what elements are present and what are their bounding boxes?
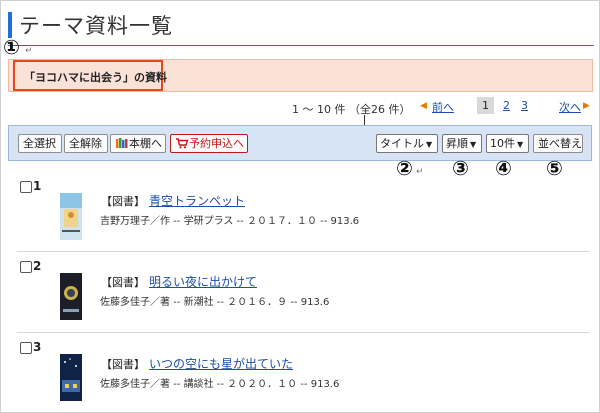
result-title-link[interactable]: 青空トランペット bbox=[149, 192, 245, 209]
cart-icon bbox=[176, 138, 189, 149]
return-mark: ↵ bbox=[25, 46, 33, 56]
sort-order-select[interactable]: 昇順 ▼ bbox=[442, 134, 482, 153]
next-arrow-icon: ▶ bbox=[583, 101, 590, 111]
next-page-link[interactable]: 次へ bbox=[559, 99, 581, 115]
result-number: 2 bbox=[33, 259, 42, 273]
annotation-3: ③ bbox=[452, 156, 469, 180]
sort-button[interactable]: 並べ替え bbox=[533, 134, 583, 153]
prev-page-link[interactable]: 前へ bbox=[432, 99, 454, 115]
result-title-link[interactable]: いつの空にも星が出ていた bbox=[149, 355, 293, 372]
result-title-link[interactable]: 明るい夜に出かけて bbox=[149, 273, 257, 290]
result-type: 【図書】 bbox=[101, 358, 145, 371]
page-title: テーマ資料一覧 bbox=[19, 14, 173, 38]
theme-label: 「ヨコハマに出会う」の資料 bbox=[24, 71, 167, 84]
result-checkbox[interactable] bbox=[20, 181, 32, 193]
per-page-value: 10件 bbox=[490, 137, 515, 150]
result-type: 【図書】 bbox=[101, 195, 145, 208]
result-divider bbox=[17, 251, 590, 252]
title-divider bbox=[8, 45, 594, 46]
bookshelf-icon bbox=[116, 138, 128, 148]
result-checkbox[interactable] bbox=[20, 342, 32, 354]
result-divider bbox=[17, 332, 590, 333]
sort-order-value: 昇順 bbox=[446, 137, 468, 150]
annotation-1: ① bbox=[3, 35, 20, 59]
annotation-2: ② bbox=[396, 156, 413, 180]
result-info: 吉野万理子／作 -- 学研プラス -- ２０１７．１０ -- 913.6 bbox=[100, 216, 360, 227]
annotation-pointer-line bbox=[364, 115, 365, 125]
return-mark: ↵ bbox=[416, 167, 424, 177]
page-link-2[interactable]: 2 bbox=[503, 99, 510, 112]
chevron-down-icon: ▼ bbox=[517, 140, 524, 149]
page-link-1: 1 bbox=[477, 97, 494, 114]
prev-arrow-icon: ◀ bbox=[420, 101, 427, 111]
result-info: 佐藤多佳子／著 -- 講談社 -- ２０２０．１０ -- 913.6 bbox=[100, 379, 340, 390]
result-type: 【図書】 bbox=[101, 276, 145, 289]
result-info: 佐藤多佳子／著 -- 新潮社 -- ２０１６．９ -- 913.6 bbox=[100, 297, 330, 308]
book-cover-image bbox=[60, 193, 82, 240]
book-cover-image bbox=[60, 354, 82, 401]
result-checkbox[interactable] bbox=[20, 261, 32, 273]
reserve-button[interactable]: 予約申込へ bbox=[170, 134, 248, 153]
add-to-shelf-label: 本棚へ bbox=[129, 137, 162, 150]
reserve-label: 予約申込へ bbox=[189, 137, 244, 150]
select-all-button[interactable]: 全選択 bbox=[18, 134, 62, 153]
clear-all-button[interactable]: 全解除 bbox=[64, 134, 108, 153]
annotation-4: ④ bbox=[495, 156, 512, 180]
book-cover-image bbox=[60, 273, 82, 320]
result-range: 1 ～ 10 件 （全26 件） bbox=[292, 103, 411, 116]
sort-field-select[interactable]: タイトル ▼ bbox=[376, 134, 438, 153]
add-to-shelf-button[interactable]: 本棚へ bbox=[110, 134, 166, 153]
result-number: 3 bbox=[33, 340, 42, 354]
chevron-down-icon: ▼ bbox=[426, 140, 433, 149]
chevron-down-icon: ▼ bbox=[470, 140, 477, 149]
annotation-5: ⑤ bbox=[546, 156, 563, 180]
sort-field-value: タイトル bbox=[380, 137, 424, 150]
result-number: 1 bbox=[33, 179, 42, 193]
per-page-select[interactable]: 10件 ▼ bbox=[486, 134, 529, 153]
page-link-3[interactable]: 3 bbox=[521, 99, 528, 112]
